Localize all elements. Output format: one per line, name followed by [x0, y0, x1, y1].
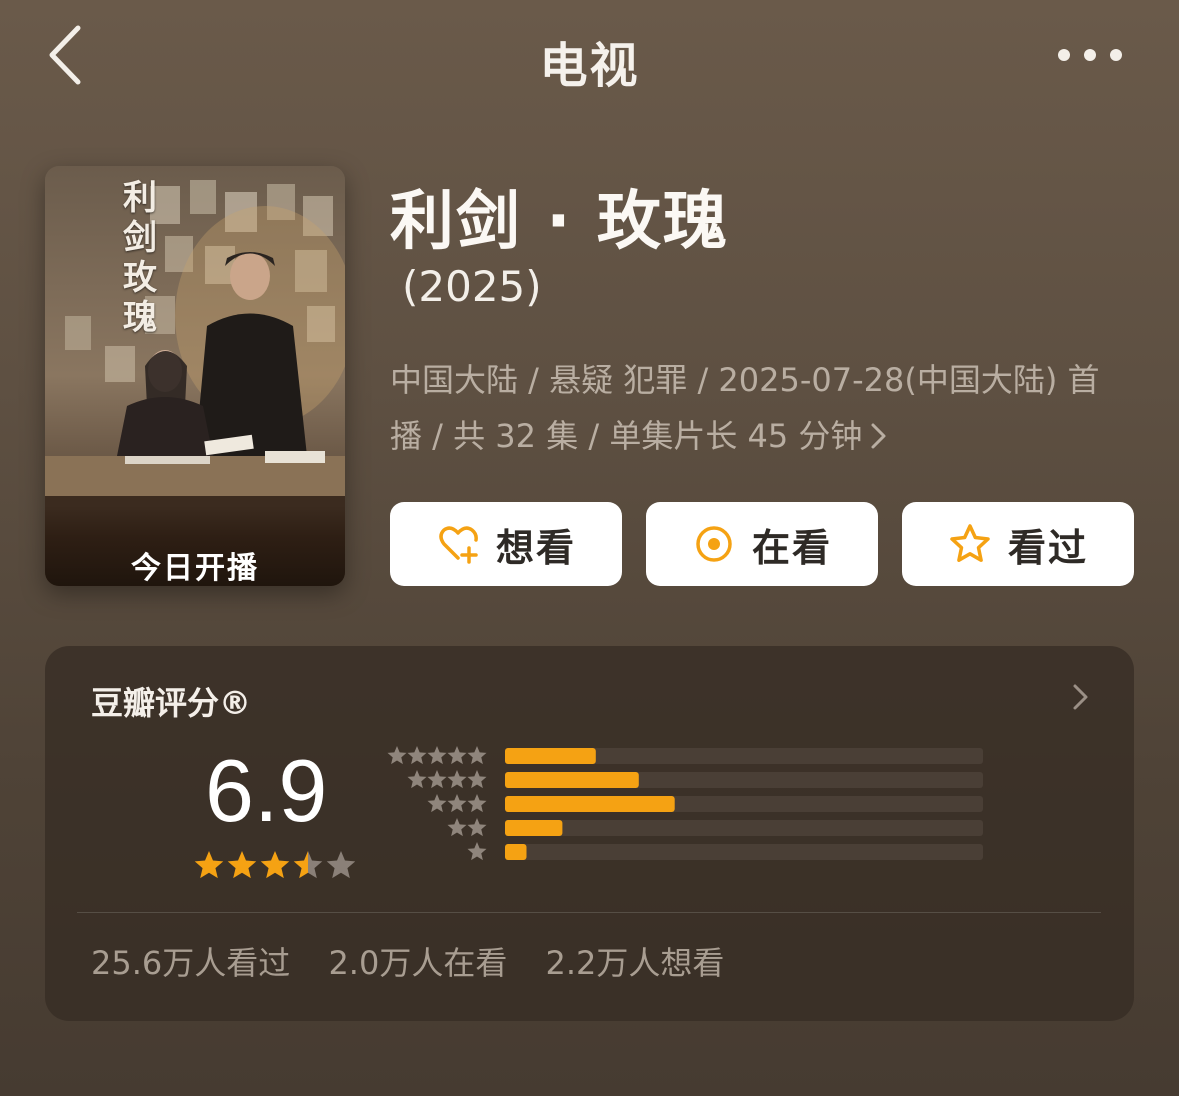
target-icon [696, 526, 732, 562]
distribution-star [407, 770, 427, 789]
watching-button[interactable]: 在看 [646, 502, 878, 586]
heart-plus-icon [439, 526, 478, 564]
poster-image[interactable]: 利剑玫瑰 今日开播 [45, 166, 345, 586]
rating-distribution [387, 746, 983, 861]
show-year: (2025) [402, 262, 542, 311]
chevron-right-icon[interactable] [1069, 682, 1091, 712]
stat-want: 2.2万人想看 [545, 944, 725, 982]
distribution-star [427, 746, 447, 765]
watched-label: 看过 [1007, 525, 1088, 570]
distribution-star [467, 746, 487, 765]
rating-score: 6.9 [205, 741, 328, 840]
meta-line-1: 中国大陆 / 悬疑 犯罪 / 2025-07-28(中国大陆) 首 [390, 361, 1100, 399]
distribution-bar-2-star [505, 820, 563, 836]
show-title: 利剑 · 玫瑰 [390, 185, 729, 259]
star-outline-icon [950, 524, 990, 562]
meta-line-2: 播 / 共 32 集 / 单集片长 45 分钟 [390, 408, 1130, 464]
distribution-bar-3-star [505, 796, 675, 812]
distribution-star [387, 746, 407, 765]
want-to-watch-label: 想看 [495, 525, 576, 570]
rating-stats: 25.6万人看过 2.0万人在看 2.2万人想看 [91, 938, 752, 984]
rating-title: 豆瓣评分® [91, 684, 252, 722]
nav-bar: 电视 [0, 0, 1179, 110]
page-title: 电视 [539, 38, 640, 94]
distribution-star [447, 746, 467, 765]
distribution-bar-4-star [505, 772, 639, 788]
divider [77, 912, 1101, 913]
stat-watched: 25.6万人看过 [91, 944, 291, 982]
distribution-star [467, 770, 487, 789]
rating-star [194, 851, 224, 879]
rating-star [227, 851, 257, 879]
rating-star [260, 851, 290, 879]
distribution-star [427, 770, 447, 789]
distribution-track [505, 820, 983, 836]
distribution-star [467, 842, 487, 861]
premiere-badge: 今日开播 [131, 551, 259, 586]
distribution-star [427, 794, 447, 813]
ellipsis-icon[interactable] [1052, 40, 1128, 70]
chevron-right-icon [871, 423, 886, 449]
show-meta[interactable]: 中国大陆 / 悬疑 犯罪 / 2025-07-28(中国大陆) 首 播 / 共 … [390, 352, 1130, 464]
rating-stars [194, 851, 355, 879]
distribution-star [467, 818, 487, 837]
distribution-bar-5-star [505, 748, 596, 764]
watching-label: 在看 [751, 525, 832, 570]
distribution-star [467, 794, 487, 813]
distribution-bar-1-star [505, 844, 527, 860]
meta-line-2-text: 播 / 共 32 集 / 单集片长 45 分钟 [390, 417, 863, 455]
distribution-star [447, 794, 467, 813]
rating-card[interactable]: 豆瓣评分® 6.9 25.6万人看过 2.0万人在看 2.2万人想看 [45, 646, 1134, 1021]
rating-star [293, 851, 323, 879]
distribution-star [447, 818, 467, 837]
distribution-star [407, 746, 427, 765]
stat-watching: 2.0万人在看 [328, 944, 508, 982]
rating-star [326, 851, 355, 879]
distribution-star [447, 770, 467, 789]
want-to-watch-button[interactable]: 想看 [390, 502, 622, 586]
poster-vertical-title: 利剑玫瑰 [123, 178, 157, 338]
distribution-track [505, 844, 983, 860]
watched-button[interactable]: 看过 [902, 502, 1134, 586]
